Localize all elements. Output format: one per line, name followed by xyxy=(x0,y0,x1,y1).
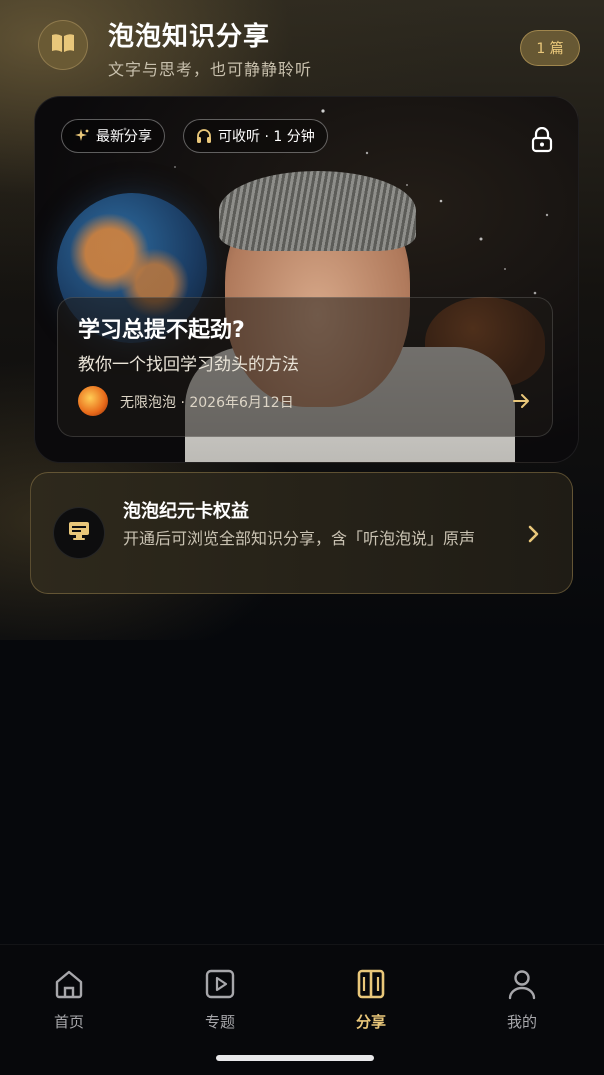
tab-mine-label: 我的 xyxy=(506,1013,537,1031)
tab-home[interactable]: 首页 xyxy=(24,967,114,1047)
chevron-right-icon[interactable] xyxy=(525,523,543,545)
user-icon xyxy=(505,967,539,1001)
bottom-tab-bar: 首页 专题 分享 我的 xyxy=(0,944,604,1075)
membership-title: 泡泡纪元卡权益 xyxy=(123,501,249,522)
member-card-icon-wrapper xyxy=(53,507,105,559)
sparkle-icon xyxy=(74,128,90,144)
columns-book-icon xyxy=(354,967,388,1001)
tab-topics[interactable]: 专题 xyxy=(175,967,265,1047)
article-title: 学习总提不起劲? xyxy=(78,318,245,343)
article-info-panel[interactable]: 学习总提不起劲? 教你一个找回学习劲头的方法 无限泡泡 · 2026年6月12日 xyxy=(57,297,553,437)
tab-share[interactable]: 分享 xyxy=(326,967,416,1047)
tab-share-label: 分享 xyxy=(355,1013,386,1031)
arrow-right-icon[interactable] xyxy=(510,390,532,412)
article-count-badge: 1 篇 xyxy=(520,30,580,66)
latest-share-chip: 最新分享 xyxy=(61,119,165,153)
header: 泡泡知识分享 文字与思考，也可静静聆听 1 篇 xyxy=(0,0,604,90)
headphones-icon xyxy=(196,128,212,144)
author-avatar xyxy=(78,386,108,416)
lock-icon xyxy=(531,126,553,153)
tab-mine[interactable]: 我的 xyxy=(477,967,567,1047)
membership-card[interactable]: 泡泡纪元卡权益 开通后可浏览全部知识分享，含「听泡泡说」原声 xyxy=(30,472,573,594)
page-title: 泡泡知识分享 xyxy=(108,22,271,52)
latest-share-label: 最新分享 xyxy=(96,129,152,145)
home-indicator xyxy=(216,1055,374,1061)
home-icon xyxy=(52,967,86,1001)
tab-home-label: 首页 xyxy=(53,1013,84,1031)
featured-article-card[interactable]: 最新分享 可收听 · 1 分钟 学习总提不起劲? 教你一个找回学习劲头的方法 无… xyxy=(34,96,579,463)
listenable-label: 可收听 · 1 分钟 xyxy=(218,129,315,145)
article-subtitle: 教你一个找回学习劲头的方法 xyxy=(78,355,299,375)
card-icon xyxy=(67,520,91,546)
listenable-chip[interactable]: 可收听 · 1 分钟 xyxy=(183,119,328,153)
play-square-icon xyxy=(203,967,237,1001)
membership-description: 开通后可浏览全部知识分享，含「听泡泡说」原声 xyxy=(123,529,476,548)
tab-topics-label: 专题 xyxy=(204,1013,235,1031)
open-book-icon xyxy=(50,32,76,58)
page-subtitle: 文字与思考，也可静静聆听 xyxy=(108,60,313,79)
app-logo xyxy=(38,20,88,70)
author-meta: 无限泡泡 · 2026年6月12日 xyxy=(120,395,294,411)
